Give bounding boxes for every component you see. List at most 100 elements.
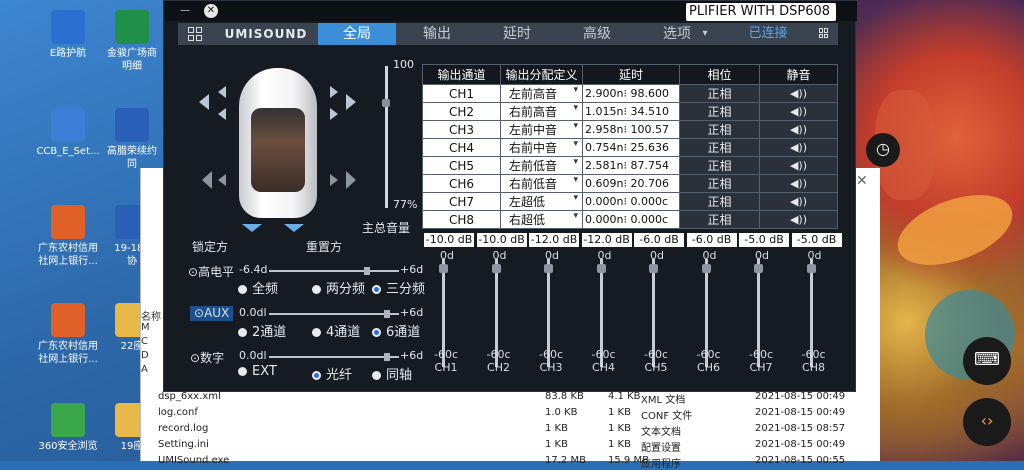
gain-fader[interactable]: 0d -60c CH7 — [741, 249, 781, 391]
gain-fader[interactable]: 0d -60c CH3 — [531, 249, 571, 391]
gain-fader[interactable]: 0d -60c CH5 — [636, 249, 676, 391]
mute-speaker-icon[interactable]: ◀)) — [759, 174, 838, 193]
fader-knob[interactable] — [439, 264, 448, 274]
delay-ms-input[interactable]: 0.000n — [585, 195, 623, 208]
gain-db-display[interactable]: -10.0 dB — [424, 233, 474, 247]
delay-cell[interactable]: 0.000n⁝ 0.000c — [582, 210, 680, 229]
mute-speaker-icon[interactable]: ◀)) — [759, 84, 838, 103]
keyboard-icon[interactable]: ⌨ — [963, 337, 1011, 385]
aux-option-1[interactable]: 4通道 — [312, 321, 360, 340]
assign-dropdown[interactable]: 左前中音 — [500, 120, 583, 139]
delay-cell[interactable]: 2.581n⁝ 87.754 — [582, 156, 680, 175]
file-row[interactable]: record.log 1 KB 1 KB 文本文档 2021-08-15 08:57 — [153, 422, 845, 438]
speaker-sub-right-icon[interactable] — [330, 174, 338, 186]
master-volume-knob[interactable] — [382, 98, 390, 107]
delay-ms-input[interactable]: 2.581n — [585, 159, 623, 172]
delay-cell[interactable]: 0.754n⁝ 25.636 — [582, 138, 680, 157]
phase-button[interactable]: 正相 — [679, 156, 760, 175]
file-row[interactable]: log.conf 1.0 KB 1 KB CONF 文件 2021-08-15 00:4… — [153, 406, 845, 422]
master-volume-slider[interactable] — [382, 66, 390, 208]
gain-db-display[interactable]: -12.0 dB — [581, 233, 632, 247]
delay-cell[interactable]: 2.958n⁝ 100.57 — [582, 120, 680, 139]
phase-button[interactable]: 正相 — [679, 138, 760, 157]
speaker-front-right-icon[interactable] — [346, 94, 356, 110]
file-row[interactable]: Setting.ini 1 KB 1 KB 配置设置 2021-08-15 00:49 — [153, 438, 845, 454]
desktop-icon[interactable]: E路护航 — [36, 10, 100, 60]
mute-speaker-icon[interactable]: ◀)) — [759, 120, 838, 139]
gain-fader[interactable]: 0d -60c CH2 — [479, 249, 519, 391]
desktop-icon[interactable]: 广东农村信用 社网上银行... — [36, 303, 100, 366]
aux-option-0[interactable]: 2通道 — [238, 321, 286, 340]
speaker-front-left-icon[interactable] — [199, 94, 209, 110]
desktop-icon[interactable]: 高腊荣续约同 — [100, 108, 164, 171]
sidebar-item[interactable]: M — [141, 322, 150, 333]
speaker-tweeter-right-icon[interactable] — [330, 86, 338, 98]
delay-cm-input[interactable]: 100.57 — [630, 123, 669, 136]
sidebar-item[interactable]: C — [141, 336, 148, 347]
speaker-mid-right-icon[interactable] — [330, 108, 338, 120]
delay-ms-input[interactable]: 0.754n — [585, 141, 623, 154]
phase-button[interactable]: 正相 — [679, 120, 760, 139]
gain-fader[interactable]: 0d -60c CH8 — [794, 249, 834, 391]
delay-ms-input[interactable]: 1.015n — [585, 105, 623, 118]
fader-knob[interactable] — [596, 264, 606, 274]
high_level-option-2[interactable]: 三分频 — [372, 278, 425, 297]
options-dropdown-icon[interactable]: ▾ — [698, 23, 712, 45]
phase-button[interactable]: 正相 — [679, 192, 760, 211]
sidebar-item[interactable]: 名称 — [141, 308, 161, 323]
speaker-sub-left-icon[interactable] — [218, 174, 226, 186]
speaker-tweeter-left-icon[interactable] — [218, 86, 226, 98]
tab-1[interactable]: 输出 — [398, 23, 476, 45]
aux-option-2[interactable]: 6通道 — [372, 321, 420, 340]
gain-db-display[interactable]: -6.0 dB — [686, 233, 737, 247]
sidebar-item[interactable]: D — [141, 350, 149, 361]
digital-option-1[interactable]: 光纤 — [312, 364, 352, 383]
delay-cm-input[interactable]: 0.000c — [630, 195, 668, 208]
desktop-icon[interactable]: 广东农村信用 社网上银行... — [36, 205, 100, 268]
mute-speaker-icon[interactable]: ◀)) — [759, 102, 838, 121]
tab-0[interactable]: 全局 — [318, 23, 396, 45]
desktop-icon[interactable]: 金骏广场商 明细 — [100, 10, 164, 73]
gain-db-display[interactable]: -5.0 dB — [791, 233, 842, 247]
mute-speaker-icon[interactable]: ◀)) — [759, 210, 838, 229]
speaker-mid-left-icon[interactable] — [218, 108, 226, 120]
delay-cell[interactable]: 0.609n⁝ 20.706 — [582, 174, 680, 193]
digital-option-0[interactable]: EXT — [238, 364, 277, 379]
gain-fader[interactable]: 0d -60c CH1 — [426, 249, 466, 391]
sidebar-item[interactable]: A — [141, 364, 148, 375]
digital-option-2[interactable]: 同轴 — [372, 364, 412, 383]
phase-button[interactable]: 正相 — [679, 174, 760, 193]
lock-position-button[interactable]: 锁定方 — [192, 238, 228, 255]
assign-dropdown[interactable]: 右超低 — [500, 210, 583, 229]
assign-dropdown[interactable]: 右前高音 — [500, 102, 583, 121]
gain-fader[interactable]: 0d -60c CH4 — [584, 249, 624, 391]
minimize-icon[interactable]: — — [178, 4, 192, 18]
assign-dropdown[interactable]: 左超低 — [500, 192, 583, 211]
file-row[interactable]: dsp_6xx.xml 83.8 KB 4.1 KB XML 文档 2021-08-15… — [153, 390, 845, 406]
delay-cm-input[interactable]: 34.510 — [630, 105, 669, 118]
aux-slider[interactable] — [269, 310, 399, 318]
assign-dropdown[interactable]: 右前低音 — [500, 174, 583, 193]
menu-grid-icon[interactable] — [188, 27, 202, 41]
fader-knob[interactable] — [701, 264, 711, 274]
delay-cm-input[interactable]: 20.706 — [630, 177, 669, 190]
high_level-option-0[interactable]: 全频 — [238, 278, 278, 297]
phase-button[interactable]: 正相 — [679, 210, 760, 229]
phase-button[interactable]: 正相 — [679, 102, 760, 121]
gain-db-display[interactable]: -10.0 dB — [476, 233, 527, 247]
high-level-slider[interactable] — [269, 267, 399, 275]
gain-fader[interactable]: 0d -60c CH6 — [689, 249, 729, 391]
assign-dropdown[interactable]: 左前低音 — [500, 156, 583, 175]
gain-db-display[interactable]: -12.0 dB — [529, 233, 579, 247]
tab-3[interactable]: 高级 — [558, 23, 636, 45]
delay-cell[interactable]: 2.900n⁝ 98.600 — [582, 84, 680, 103]
close-icon[interactable]: ✕ — [204, 4, 218, 18]
speaker-rear-right-icon[interactable] — [346, 171, 356, 189]
gain-db-display[interactable]: -6.0 dB — [634, 233, 684, 247]
delay-ms-input[interactable]: 0.000n — [585, 213, 623, 226]
fader-knob[interactable] — [754, 264, 763, 274]
assistive-touch-icon[interactable]: ◷ — [866, 133, 900, 167]
delay-cm-input[interactable]: 0.000c — [630, 213, 668, 226]
desktop-icon[interactable]: CCB_E_Set... — [36, 108, 100, 158]
delay-cm-input[interactable]: 25.636 — [630, 141, 669, 154]
